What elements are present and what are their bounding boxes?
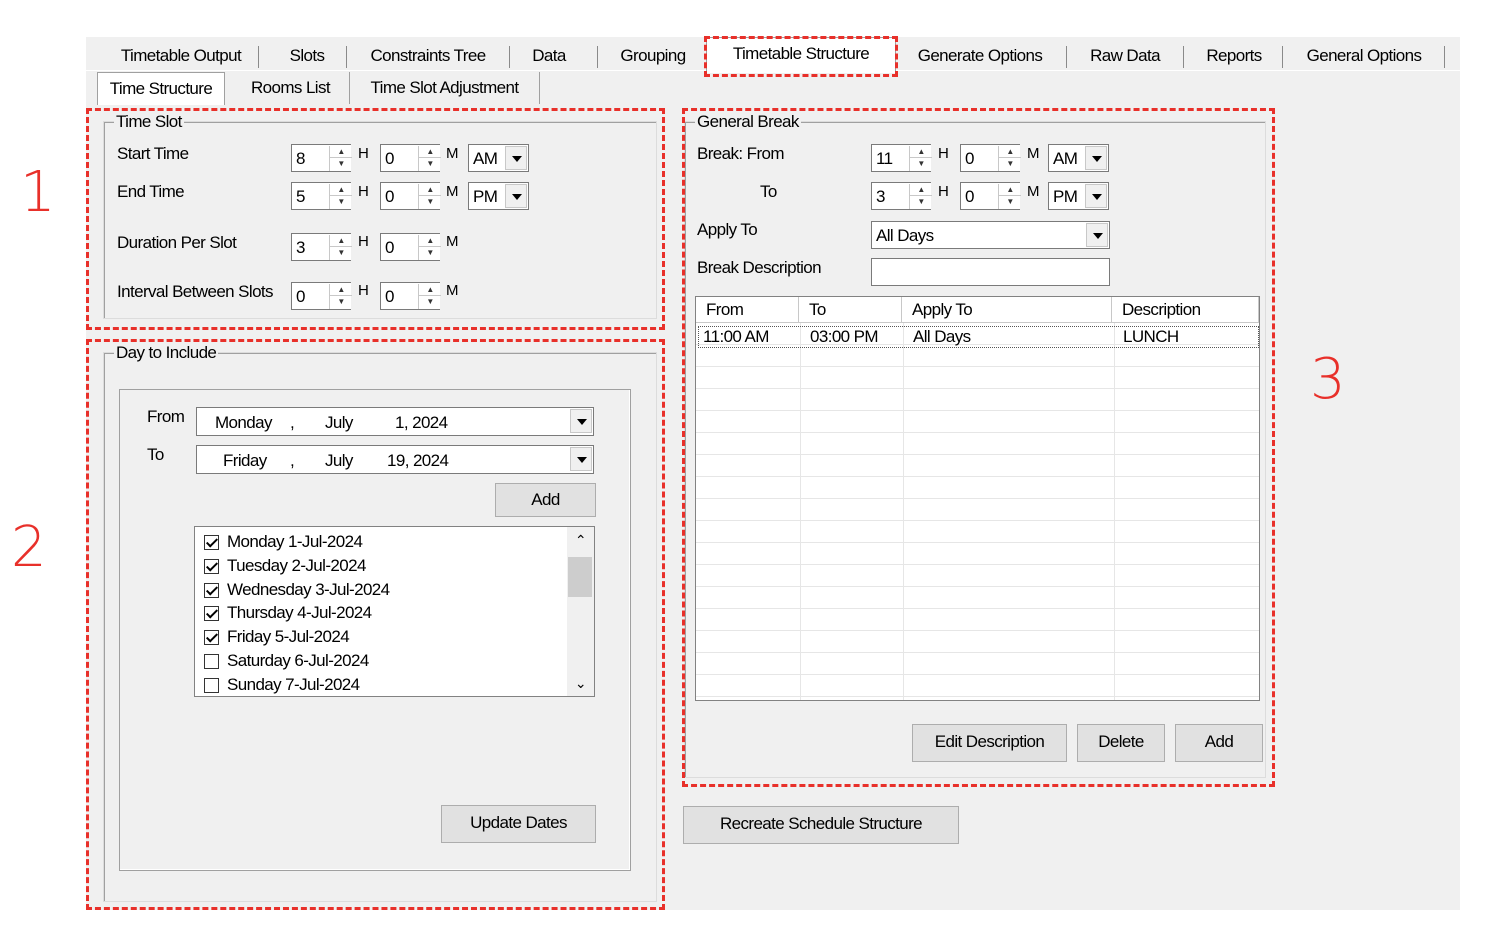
tab-raw-data[interactable]: Raw Data bbox=[1074, 41, 1176, 71]
tab-separator bbox=[1282, 46, 1283, 68]
highlight-region-3 bbox=[682, 108, 1275, 787]
tab-data[interactable]: Data bbox=[514, 41, 584, 71]
recreate-schedule-structure-button[interactable]: Recreate Schedule Structure bbox=[683, 806, 959, 844]
tab-grouping[interactable]: Grouping bbox=[606, 41, 700, 71]
subtab-time-structure[interactable]: Time Structure bbox=[97, 72, 225, 105]
annotation-number-1: 1 bbox=[20, 160, 56, 225]
tab-separator bbox=[1444, 46, 1445, 68]
tab-separator bbox=[346, 46, 347, 68]
tab-generate-options[interactable]: Generate Options bbox=[904, 41, 1056, 71]
tab-reports[interactable]: Reports bbox=[1190, 41, 1278, 71]
tab-separator bbox=[597, 46, 598, 68]
tab-constraints-tree[interactable]: Constraints Tree bbox=[352, 41, 504, 71]
highlight-region-1 bbox=[86, 108, 665, 330]
tab-separator bbox=[509, 46, 510, 68]
subtab-time-slot-adjustment[interactable]: Time Slot Adjustment bbox=[350, 72, 540, 104]
subtab-rooms-list[interactable]: Rooms List bbox=[232, 72, 350, 104]
tab-timetable-output[interactable]: Timetable Output bbox=[100, 41, 262, 71]
highlight-region-2 bbox=[86, 339, 665, 910]
tab-separator bbox=[1066, 46, 1067, 68]
annotation-number-2: 2 bbox=[11, 515, 47, 580]
tab-separator bbox=[258, 46, 259, 68]
tab-general-options[interactable]: General Options bbox=[1290, 41, 1438, 71]
annotation-number-3: 3 bbox=[1310, 347, 1346, 412]
tab-separator bbox=[1183, 46, 1184, 68]
highlight-selected-tab bbox=[704, 36, 898, 77]
tab-slots[interactable]: Slots bbox=[264, 41, 350, 71]
